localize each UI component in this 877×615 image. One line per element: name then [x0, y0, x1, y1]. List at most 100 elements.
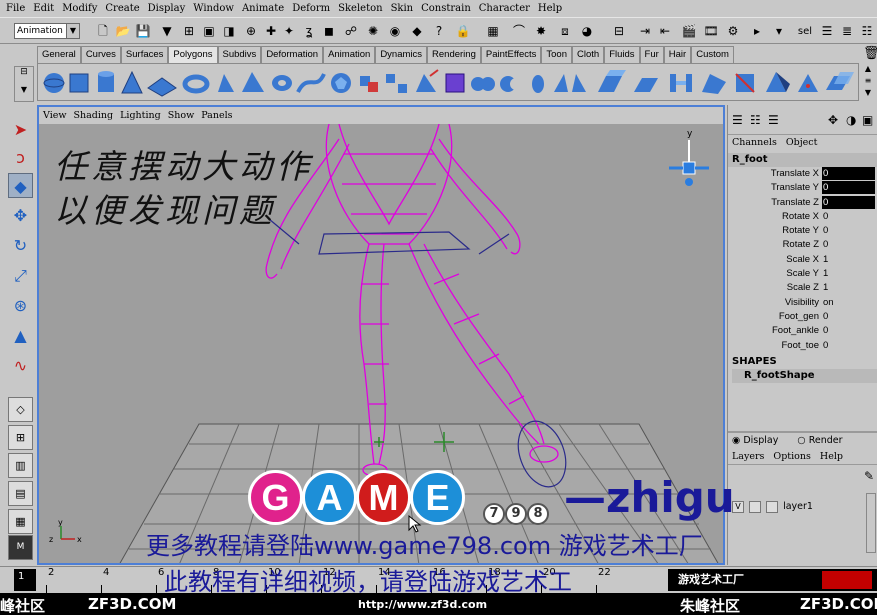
move-icon[interactable]: ✥	[828, 113, 838, 127]
scroll-down-icon[interactable]: ▼	[860, 87, 876, 99]
menu-create[interactable]: Create	[105, 3, 139, 14]
select-component-icon[interactable]: ◨	[220, 23, 238, 40]
quick-select-icon[interactable]: ▸	[748, 23, 766, 40]
make-live-icon[interactable]: ◕	[578, 23, 596, 40]
shelf-tab-polygons[interactable]: Polygons	[168, 46, 218, 63]
layer-color-swatch[interactable]	[766, 500, 779, 513]
attribute-value-field[interactable]: 0	[822, 310, 875, 323]
attribute-row[interactable]: Translate Z0	[728, 195, 877, 210]
snap-point-icon[interactable]: ✸	[532, 23, 550, 40]
panel-menu-lighting[interactable]: Lighting	[120, 110, 161, 121]
attribute-value-field[interactable]: 0	[822, 181, 875, 195]
hypershade-layout-icon[interactable]: ▦	[8, 509, 33, 534]
shelf-tab-hair[interactable]: Hair	[663, 46, 692, 63]
attribute-row[interactable]: Scale Y1	[728, 267, 877, 281]
attribute-row[interactable]: Foot_ankle 0	[728, 324, 877, 338]
ipr-render-icon[interactable]: 🎞	[702, 23, 720, 40]
output-icon[interactable]: ⇤	[656, 23, 674, 40]
render-radio[interactable]: ○ Render	[797, 435, 850, 446]
channel-layer-icon[interactable]: ☰	[768, 113, 779, 127]
trash-icon[interactable]: 🗑	[863, 46, 877, 61]
rotate-tool-icon[interactable]: ↻	[8, 233, 33, 258]
channel-list-icon[interactable]: ☰	[732, 113, 743, 127]
history-icon[interactable]: ⊟	[610, 23, 628, 40]
shading-icon[interactable]: ◑	[846, 113, 856, 127]
lock-icon[interactable]: 🔒	[454, 23, 472, 40]
save-scene-icon[interactable]: 💾	[134, 23, 152, 40]
shelf-menu-button[interactable]: ⊟ ▼	[14, 66, 34, 102]
scroll-menu-icon[interactable]: ≡	[860, 75, 876, 87]
handle-mask-icon[interactable]: ✚	[262, 23, 280, 40]
attribute-row[interactable]: Foot_gen 0	[728, 310, 877, 324]
shelf-tab-painteffects[interactable]: PaintEffects	[480, 46, 542, 63]
lasso-tool-icon[interactable]: ↄ	[8, 145, 33, 170]
four-view-layout-icon[interactable]: ⊞	[8, 425, 33, 450]
attribute-value-field[interactable]: 0	[822, 339, 875, 352]
scroll-up-icon[interactable]: ▲	[860, 63, 876, 75]
layer-menu-layers[interactable]: Layers	[732, 451, 764, 462]
channel-box-toggle-icon[interactable]: ☷	[858, 23, 876, 40]
channel-attr-icon[interactable]: ☷	[750, 113, 761, 127]
menu-skin[interactable]: Skin	[391, 3, 414, 14]
move-tool-icon[interactable]: ✥	[8, 203, 33, 228]
attribute-row[interactable]: Rotate Y0	[728, 224, 877, 238]
attribute-value-field[interactable]: 1	[822, 267, 875, 280]
attribute-row[interactable]: Rotate Z0	[728, 238, 877, 252]
surface-mask-icon[interactable]: ◼	[320, 23, 338, 40]
menu-modify[interactable]: Modify	[62, 3, 97, 14]
manipulator-tool-icon[interactable]: ⊛	[8, 293, 33, 318]
attribute-row[interactable]: Visibility on	[728, 296, 877, 310]
sel-field-label[interactable]: sel	[794, 23, 816, 40]
render-frame-icon[interactable]: 🎬	[680, 23, 698, 40]
curve-mask-icon[interactable]: ʓ	[300, 23, 318, 40]
shelf-tab-dynamics[interactable]: Dynamics	[375, 46, 428, 63]
attribute-row[interactable]: Foot_toe 0	[728, 339, 877, 353]
attribute-value-field[interactable]: on	[822, 296, 875, 309]
shape-node-name[interactable]: R_footShape	[732, 368, 877, 383]
ik-handle-tool-icon[interactable]: ∿	[8, 353, 33, 378]
attribute-row[interactable]: Scale Z1	[728, 281, 877, 295]
attribute-value-field[interactable]: 0	[822, 210, 875, 223]
attribute-value-field[interactable]: 1	[822, 253, 875, 266]
menu-window[interactable]: Window	[193, 3, 234, 14]
panel-menu-panels[interactable]: Panels	[201, 110, 232, 121]
selected-node-name[interactable]: R_foot	[728, 153, 877, 167]
layer-scrollbar[interactable]	[866, 493, 876, 553]
attribute-value-field[interactable]: 1	[822, 281, 875, 294]
render-mask-icon[interactable]: ◉	[386, 23, 404, 40]
persp-graph-layout-icon[interactable]: ▤	[8, 481, 33, 506]
menu-skeleton[interactable]: Skeleton	[338, 3, 382, 14]
shelf-tab-cloth[interactable]: Cloth	[572, 46, 605, 63]
snap-grid-icon[interactable]: ▦	[484, 23, 502, 40]
deformer-mask-icon[interactable]: ☍	[342, 23, 360, 40]
layer-menu-options[interactable]: Options	[773, 451, 810, 462]
shelf-tab-rendering[interactable]: Rendering	[427, 46, 481, 63]
shelf-tab-fluids[interactable]: Fluids	[604, 46, 640, 63]
layer-row[interactable]: V layer1	[732, 500, 874, 514]
scale-tool-icon[interactable]: ⤢	[8, 263, 33, 288]
display-radio[interactable]: ◉ Display	[732, 435, 786, 446]
select-object-icon[interactable]: ▣	[200, 23, 218, 40]
menu-constrain[interactable]: Constrain	[421, 3, 471, 14]
menu-help[interactable]: Help	[538, 3, 562, 14]
selection-mask-icon[interactable]: ▼	[158, 23, 176, 40]
shelf-tab-custom[interactable]: Custom	[691, 46, 734, 63]
single-perspective-layout-icon[interactable]: ◇	[8, 397, 33, 422]
input-icon[interactable]: ⇥	[636, 23, 654, 40]
attribute-value-field[interactable]: 0	[822, 324, 875, 337]
help-icon[interactable]: ?	[430, 23, 448, 40]
shelf-tab-animation[interactable]: Animation	[323, 46, 376, 63]
shelf-tab-general[interactable]: General	[37, 46, 81, 63]
attribute-editor-toggle-icon[interactable]: ☰	[818, 23, 836, 40]
render-globals-icon[interactable]: ⚙	[724, 23, 742, 40]
persp-outliner-layout-icon[interactable]: ▥	[8, 453, 33, 478]
menu-animate[interactable]: Animate	[242, 3, 284, 14]
panel-menu-show[interactable]: Show	[168, 110, 194, 121]
panel-menu-shading[interactable]: Shading	[74, 110, 114, 121]
collapse-icon[interactable]: ▾	[770, 23, 788, 40]
paint-select-tool-icon[interactable]: ◆	[8, 173, 33, 198]
soft-mod-tool-icon[interactable]: ▲	[8, 323, 33, 348]
layer-menu-help[interactable]: Help	[820, 451, 843, 462]
select-tool-icon[interactable]: ➤	[8, 117, 33, 142]
chevron-down-icon[interactable]: ▼	[66, 24, 79, 38]
